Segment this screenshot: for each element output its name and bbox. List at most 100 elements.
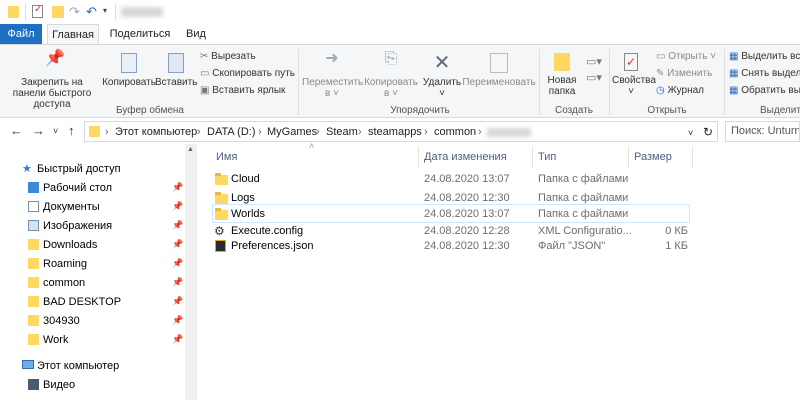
paste-button[interactable]: Вставить xyxy=(155,53,197,88)
group-open-label: Открыть xyxy=(647,105,687,116)
pin-icon: 📌 xyxy=(172,258,184,268)
move-to-button[interactable]: ➜ Переместить в ˅ xyxy=(302,51,363,100)
properties-check-icon[interactable]: ✓ xyxy=(32,4,43,18)
select-all-button[interactable]: ▦ Выделить все xyxy=(729,51,800,63)
search-input[interactable]: Поиск: Unturned xyxy=(725,121,800,142)
nav-desktop[interactable]: Рабочий стол 📌 xyxy=(0,179,184,198)
column-header-type[interactable]: Тип xyxy=(538,151,556,163)
ribbon-tabs: Файл Главная Поделиться Вид xyxy=(0,24,800,45)
crumb-this-pc[interactable]: Этот компьютер xyxy=(115,126,197,138)
edit-button[interactable]: ✎ Изменить xyxy=(656,68,712,80)
folder-icon xyxy=(215,173,228,185)
folder-icon xyxy=(28,258,39,269)
pin-icon: 📌 xyxy=(172,296,184,306)
pin-icon: 📌 xyxy=(172,220,184,230)
paste-shortcut-button[interactable]: ▣ Вставить ярлык xyxy=(200,85,285,97)
easy-access-icon[interactable]: ▭▾ xyxy=(586,71,602,84)
file-row[interactable]: Preferences.json 24.08.2020 12:30 Файл "… xyxy=(212,237,690,256)
scroll-up-icon[interactable]: ▲ xyxy=(187,146,194,153)
tab-home[interactable]: Главная xyxy=(47,24,99,45)
folder-icon xyxy=(8,6,19,18)
invert-selection-icon: ▦ xyxy=(729,85,739,96)
pin-icon: 📌 xyxy=(172,334,184,344)
edit-icon: ✎ xyxy=(656,68,665,79)
nav-scrollbar[interactable]: ▲ xyxy=(185,144,197,400)
new-folder-icon xyxy=(554,53,570,71)
copy-icon xyxy=(121,53,137,73)
crumb-steamapps[interactable]: steamapps xyxy=(368,126,422,138)
nav-quick-access[interactable]: ★ Быстрый доступ xyxy=(0,160,184,179)
new-item-icon[interactable]: ▭▾ xyxy=(586,55,602,68)
select-none-button[interactable]: ▦ Снять выделение xyxy=(729,68,800,80)
pin-icon: 📌 xyxy=(172,315,184,325)
column-header-date[interactable]: Дата изменения xyxy=(424,151,507,163)
crumb-data-d[interactable]: DATA (D:) xyxy=(207,126,255,138)
new-folder-button[interactable]: Новая папка xyxy=(542,53,582,97)
open-button[interactable]: ▭ Открыть ˅ xyxy=(656,51,716,63)
customize-dropdown-icon[interactable]: ▾ xyxy=(103,6,107,15)
delete-x-icon: ✕ xyxy=(433,52,451,74)
scissors-icon: ✂ xyxy=(200,51,209,62)
column-header-name[interactable]: Имя xyxy=(216,151,237,163)
pin-icon: 📌 xyxy=(172,182,184,192)
computer-icon xyxy=(22,360,34,369)
address-dropdown-icon[interactable]: ˅ xyxy=(688,128,693,138)
address-row: ← → ˅ ↑ › Этот компьютер › DATA (D:) › M… xyxy=(0,118,800,144)
folder-icon xyxy=(28,239,39,250)
paste-shortcut-icon: ▣ xyxy=(200,85,210,96)
file-row-selected[interactable]: Worlds 24.08.2020 13:07 Папка с файлами xyxy=(212,204,690,223)
redo-icon[interactable]: ↷ xyxy=(69,4,80,20)
nav-video[interactable]: Видео xyxy=(0,376,184,395)
nav-roaming[interactable]: Roaming 📌 xyxy=(0,255,184,274)
rename-button[interactable]: Переименовать xyxy=(462,53,536,88)
group-select-label: Выделить xyxy=(760,105,800,116)
video-icon xyxy=(28,379,39,390)
select-none-icon: ▦ xyxy=(729,68,739,79)
nav-this-pc[interactable]: Этот компьютер xyxy=(0,357,184,376)
crumb-steam[interactable]: Steam xyxy=(326,126,358,138)
back-arrow-icon[interactable]: ← xyxy=(10,123,23,138)
recent-dropdown-icon[interactable]: ˅ xyxy=(53,126,58,136)
nav-pictures[interactable]: Изображения 📌 xyxy=(0,217,184,236)
copy-path-button[interactable]: ▭ Скопировать путь xyxy=(200,68,295,80)
nav-bad-desktop[interactable]: BAD DESKTOP 📌 xyxy=(0,293,184,312)
navigation-pane: ★ Быстрый доступ Рабочий стол 📌 Документы 📌… xyxy=(0,144,184,400)
nav-downloads[interactable]: Downloads 📌 xyxy=(0,236,184,255)
up-arrow-icon[interactable]: ↑ xyxy=(68,123,75,138)
ribbon: 📌 Закрепить на панели быстрого доступа К… xyxy=(0,44,800,118)
cut-button[interactable]: ✂ Вырезать xyxy=(200,51,256,63)
nav-common[interactable]: common 📌 xyxy=(0,274,184,293)
title-bar: ✓ ↷ ↶ ▾ xyxy=(0,0,800,24)
nav-304930[interactable]: 304930 📌 xyxy=(0,312,184,331)
column-header-size[interactable]: Размер xyxy=(634,151,672,163)
nav-documents[interactable]: Документы 📌 xyxy=(0,198,184,217)
tab-share[interactable]: Поделиться xyxy=(108,24,172,44)
tab-file[interactable]: Файл xyxy=(0,24,42,44)
delete-button[interactable]: ✕ Удалить ˅ xyxy=(420,53,464,99)
new-folder-icon[interactable] xyxy=(52,6,64,18)
history-button[interactable]: ◷ Журнал xyxy=(656,85,704,97)
star-icon: ★ xyxy=(22,163,32,175)
nav-work[interactable]: Work 📌 xyxy=(0,331,184,350)
folder-icon xyxy=(215,192,228,204)
rename-icon xyxy=(490,53,508,73)
group-clipboard-label: Буфер обмена xyxy=(116,105,184,116)
refresh-icon[interactable]: ↻ xyxy=(703,125,713,139)
properties-button[interactable]: ✓ Свойства ˅ xyxy=(612,53,656,97)
copy-to-button[interactable]: ⎘ Копировать в ˅ xyxy=(362,50,420,100)
window-title-redacted xyxy=(121,7,163,17)
copy-to-icon: ⎘ xyxy=(384,50,398,67)
address-bar[interactable]: › Этот компьютер › DATA (D:) › MyGames ›… xyxy=(84,121,718,142)
folder-icon xyxy=(28,315,39,326)
tab-view[interactable]: Вид xyxy=(178,24,214,44)
invert-selection-button[interactable]: ▦ Обратить выделение xyxy=(729,85,800,97)
copy-button[interactable]: Копировать xyxy=(102,53,156,88)
pin-to-quick-access-button[interactable]: 📌 Закрепить на панели быстрого доступа xyxy=(4,51,100,111)
crumb-common[interactable]: common xyxy=(434,126,476,138)
file-row[interactable]: Cloud 24.08.2020 13:07 Папка с файлами xyxy=(212,170,690,189)
pictures-icon xyxy=(28,220,39,231)
undo-icon[interactable]: ↶ xyxy=(86,4,97,20)
crumb-redacted xyxy=(487,128,531,137)
crumb-mygames[interactable]: MyGames xyxy=(267,126,317,138)
forward-arrow-icon[interactable]: → xyxy=(32,123,45,138)
